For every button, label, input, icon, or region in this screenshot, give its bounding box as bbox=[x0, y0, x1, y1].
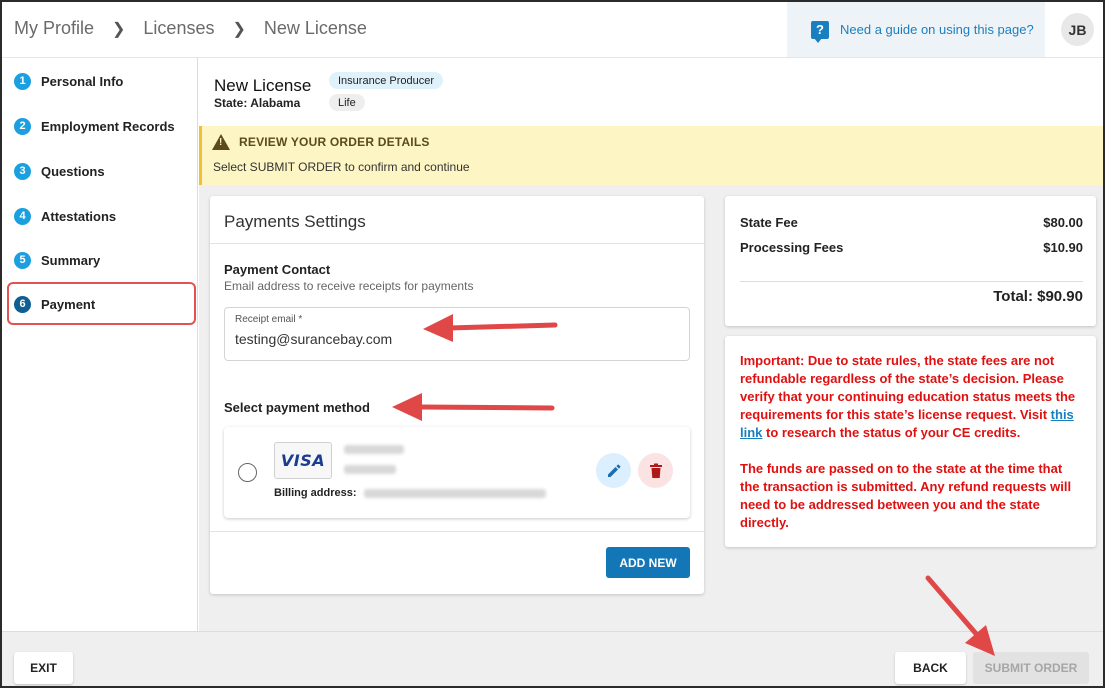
review-banner: REVIEW YOUR ORDER DETAILS Select SUBMIT … bbox=[199, 126, 1103, 185]
receipt-email-input[interactable] bbox=[235, 331, 655, 347]
refund-notice-card: Important: Due to state rules, the state… bbox=[725, 336, 1096, 547]
warning-icon bbox=[212, 134, 230, 150]
breadcrumb: My Profile ❯ Licenses ❯ New License bbox=[14, 18, 367, 39]
fee-total: Total: $90.90 bbox=[993, 288, 1083, 305]
divider bbox=[740, 281, 1083, 282]
redacted-billing-address bbox=[364, 489, 546, 498]
top-bar: My Profile ❯ Licenses ❯ New License ? Ne… bbox=[2, 2, 1103, 58]
payment-settings-card: Payments Settings Payment Contact Email … bbox=[210, 196, 704, 594]
step-number: 1 bbox=[14, 72, 31, 90]
fee-amount: $10.90 bbox=[1043, 240, 1083, 255]
payment-contact-title: Payment Contact bbox=[224, 262, 331, 277]
payment-method-title: Select payment method bbox=[224, 400, 370, 415]
step-label: Summary bbox=[41, 252, 101, 268]
delete-card-button[interactable] bbox=[638, 453, 673, 488]
fee-label: Processing Fees bbox=[740, 240, 844, 255]
receipt-email-label: Receipt email * bbox=[235, 314, 303, 325]
breadcrumb-licenses[interactable]: Licenses bbox=[143, 18, 214, 39]
saved-card-item[interactable]: VISA Billing address: bbox=[224, 427, 690, 518]
chevron-right-icon: ❯ bbox=[112, 20, 126, 38]
step-number: 4 bbox=[14, 207, 31, 225]
footer-bar: EXIT BACK SUBMIT ORDER bbox=[2, 631, 1103, 686]
billing-address-label: Billing address: bbox=[274, 487, 357, 499]
visa-logo: VISA bbox=[274, 442, 332, 479]
receipt-email-field[interactable]: Receipt email * bbox=[224, 307, 690, 361]
submit-order-button[interactable]: SUBMIT ORDER bbox=[973, 652, 1089, 684]
step-label: Employment Records bbox=[41, 118, 175, 134]
step-number: 5 bbox=[14, 251, 31, 269]
notice-text: to research the status of your CE credit… bbox=[762, 425, 1021, 440]
step-summary[interactable]: 5 Summary bbox=[14, 248, 100, 272]
fee-amount: $80.00 bbox=[1043, 215, 1083, 230]
exit-button[interactable]: EXIT bbox=[14, 652, 73, 684]
breadcrumb-new-license: New License bbox=[263, 18, 367, 38]
step-questions[interactable]: 3 Questions bbox=[14, 159, 105, 183]
banner-title: REVIEW YOUR ORDER DETAILS bbox=[239, 135, 430, 149]
step-number: 6 bbox=[14, 295, 31, 313]
notice-text: Important: Due to state rules, the state… bbox=[740, 353, 1076, 422]
page-title: New License bbox=[214, 76, 312, 95]
step-number: 3 bbox=[14, 162, 31, 180]
step-label: Payment bbox=[41, 296, 96, 312]
step-label: Attestations bbox=[41, 208, 117, 224]
redacted-cardholder bbox=[344, 465, 396, 474]
fee-row-processing: Processing Fees $10.90 bbox=[740, 240, 1083, 255]
edit-card-button[interactable] bbox=[596, 453, 631, 488]
divider bbox=[210, 243, 704, 244]
divider bbox=[210, 531, 704, 532]
card-title: Payments Settings bbox=[224, 212, 366, 231]
guide-link-text[interactable]: Need a guide on using this page? bbox=[840, 22, 1034, 37]
pencil-icon bbox=[607, 464, 620, 477]
notice-paragraph-ce: Important: Due to state rules, the state… bbox=[740, 352, 1085, 442]
card-radio[interactable] bbox=[238, 463, 257, 482]
breadcrumb-my-profile[interactable]: My Profile bbox=[14, 18, 94, 39]
app-window: My Profile ❯ Licenses ❯ New License ? Ne… bbox=[0, 0, 1105, 688]
question-icon: ? bbox=[811, 20, 829, 43]
license-state: State: Alabama bbox=[214, 96, 301, 110]
chevron-right-icon: ❯ bbox=[232, 20, 246, 38]
license-type-chip: Insurance Producer bbox=[329, 72, 443, 89]
step-personal-info[interactable]: 1 Personal Info bbox=[14, 69, 123, 93]
step-employment-records[interactable]: 2 Employment Records bbox=[14, 114, 175, 138]
fee-label: State Fee bbox=[740, 215, 798, 230]
fee-summary-card: State Fee $80.00 Processing Fees $10.90 … bbox=[725, 196, 1096, 326]
fee-row-state: State Fee $80.00 bbox=[740, 215, 1083, 230]
back-button[interactable]: BACK bbox=[895, 652, 966, 684]
avatar[interactable]: JB bbox=[1061, 13, 1094, 46]
payment-contact-subtitle: Email address to receive receipts for pa… bbox=[224, 279, 474, 293]
guide-link[interactable]: ? Need a guide on using this page? bbox=[787, 2, 1045, 57]
step-label: Personal Info bbox=[41, 73, 124, 89]
banner-message: Select SUBMIT ORDER to confirm and conti… bbox=[213, 160, 470, 174]
redacted-card-number bbox=[344, 445, 404, 454]
line-of-authority-chip: Life bbox=[329, 94, 365, 111]
step-number: 2 bbox=[14, 117, 31, 135]
step-label: Questions bbox=[41, 163, 105, 179]
step-attestations[interactable]: 4 Attestations bbox=[14, 204, 116, 228]
step-payment[interactable]: 6 Payment bbox=[14, 292, 95, 316]
step-sidebar: 1 Personal Info 2 Employment Records 3 Q… bbox=[2, 58, 198, 631]
add-new-button[interactable]: ADD NEW bbox=[606, 547, 690, 578]
license-header: New License State: Alabama Insurance Pro… bbox=[199, 58, 1103, 126]
notice-paragraph-refund: The funds are passed on to the state at … bbox=[740, 461, 1072, 530]
trash-icon bbox=[649, 463, 662, 478]
